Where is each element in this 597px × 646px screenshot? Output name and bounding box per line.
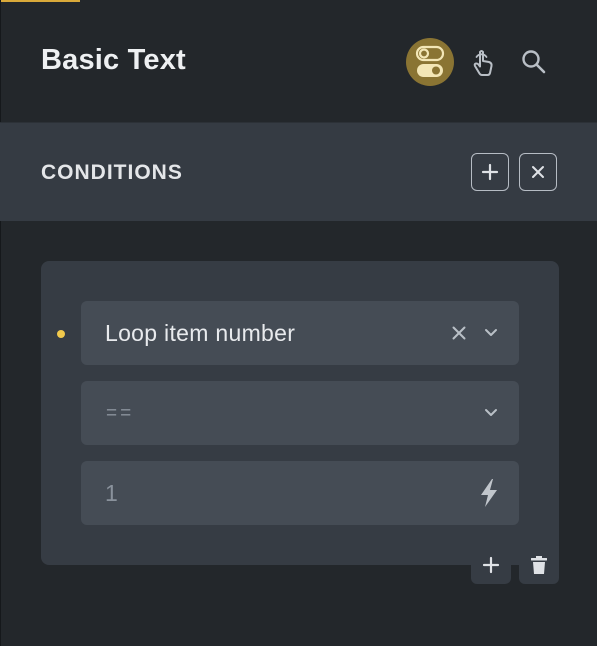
pointer-icon (473, 50, 493, 76)
conditions-section-header: CONDITIONS (0, 122, 597, 221)
condition-key-value: Loop item number (105, 320, 296, 346)
add-condition-button[interactable] (471, 545, 511, 584)
delete-condition-button[interactable] (519, 545, 559, 584)
close-icon (532, 166, 544, 178)
condition-compare-value[interactable]: 1 (105, 480, 118, 507)
clear-icon[interactable] (449, 323, 469, 343)
search-icon (522, 50, 546, 74)
interactions-button[interactable] (460, 38, 508, 86)
toggle-icon (415, 45, 445, 77)
plus-icon (481, 163, 499, 181)
chevron-down-icon[interactable] (481, 403, 501, 423)
add-condition-set-button[interactable] (471, 153, 509, 191)
panel-title: Basic Text (41, 44, 186, 76)
condition-active-dot (57, 330, 65, 338)
plus-icon (482, 556, 500, 573)
panel-header: Basic Text (0, 0, 597, 122)
chevron-down-icon[interactable] (481, 323, 501, 343)
close-conditions-button[interactable] (519, 153, 557, 191)
search-button[interactable] (510, 38, 558, 86)
trash-icon (531, 555, 547, 574)
condition-operator-value: == (106, 403, 135, 424)
condition-value-input[interactable]: 1 (81, 461, 519, 525)
dynamic-data-icon[interactable] (477, 477, 501, 509)
conditions-toggle-button[interactable] (406, 38, 454, 86)
condition-key-select[interactable]: Loop item number (81, 301, 519, 365)
condition-operator-select[interactable]: == (81, 381, 519, 445)
section-title: CONDITIONS (41, 161, 183, 184)
